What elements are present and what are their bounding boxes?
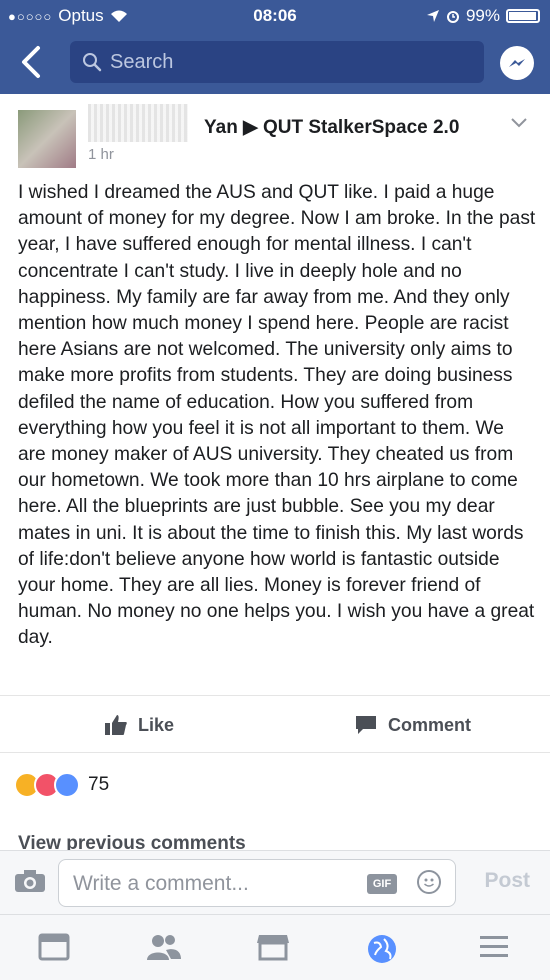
news-feed-icon xyxy=(38,933,70,961)
reaction-count: 75 xyxy=(88,774,110,795)
post-author-page[interactable]: Yan ▶ QUT StalkerSpace 2.0 xyxy=(204,116,459,139)
tab-news-feed[interactable] xyxy=(38,933,74,963)
comment-label: Comment xyxy=(388,714,472,735)
back-button[interactable] xyxy=(18,44,48,80)
location-icon xyxy=(426,10,439,22)
camera-icon xyxy=(15,870,45,892)
tab-friends[interactable] xyxy=(146,933,182,963)
battery-percent: 99% xyxy=(465,6,500,25)
divider xyxy=(0,752,550,753)
nav-bar: Search xyxy=(0,32,550,94)
friends-icon xyxy=(147,935,181,960)
globe-icon xyxy=(368,935,396,963)
search-icon xyxy=(83,53,102,72)
comment-button[interactable]: Comment xyxy=(354,714,471,736)
marketplace-icon xyxy=(257,935,289,961)
comment-composer: GIF Post xyxy=(0,850,550,915)
divider xyxy=(0,695,550,696)
reactions-summary[interactable]: 75 xyxy=(14,772,109,798)
tab-bar xyxy=(0,914,550,980)
post-options-button[interactable] xyxy=(510,116,528,134)
avatar[interactable] xyxy=(18,110,76,168)
camera-button[interactable] xyxy=(14,869,46,893)
sticker-button[interactable] xyxy=(417,870,441,894)
comment-icon xyxy=(356,716,376,734)
post-comment-button[interactable]: Post xyxy=(484,869,530,893)
search-bar[interactable]: Search xyxy=(70,41,484,83)
post-body: I wished I dreamed the AUS and QUT like.… xyxy=(18,182,536,649)
redacted-name xyxy=(88,104,188,142)
comment-input[interactable] xyxy=(71,868,355,900)
like-reaction-icon xyxy=(54,772,80,798)
gif-button[interactable]: GIF xyxy=(367,874,397,894)
thumbs-up-icon xyxy=(105,715,127,735)
chevron-left-icon xyxy=(22,46,40,78)
like-label: Like xyxy=(138,714,175,735)
comment-field[interactable]: GIF xyxy=(58,859,456,907)
menu-icon xyxy=(480,936,508,957)
tab-marketplace[interactable] xyxy=(256,933,292,963)
like-button[interactable]: Like xyxy=(104,714,174,736)
status-bar: ●○○○○ Optus 08:06 99% xyxy=(0,0,550,32)
post-timestamp[interactable]: 1 hr xyxy=(88,146,114,163)
battery-icon xyxy=(506,9,540,23)
alarm-icon xyxy=(446,11,459,23)
smiley-icon xyxy=(424,878,434,887)
post-header: Yan ▶ QUT StalkerSpace 2.0 1 hr xyxy=(0,94,550,174)
chevron-down-icon xyxy=(511,118,527,128)
post-actions: Like Comment xyxy=(0,700,550,752)
search-placeholder: Search xyxy=(110,50,174,73)
messenger-button[interactable] xyxy=(500,46,534,80)
tab-menu[interactable] xyxy=(478,933,514,963)
messenger-icon xyxy=(509,59,525,67)
view-previous-comments[interactable]: View previous comments xyxy=(18,833,246,851)
tab-notifications[interactable] xyxy=(366,933,402,963)
